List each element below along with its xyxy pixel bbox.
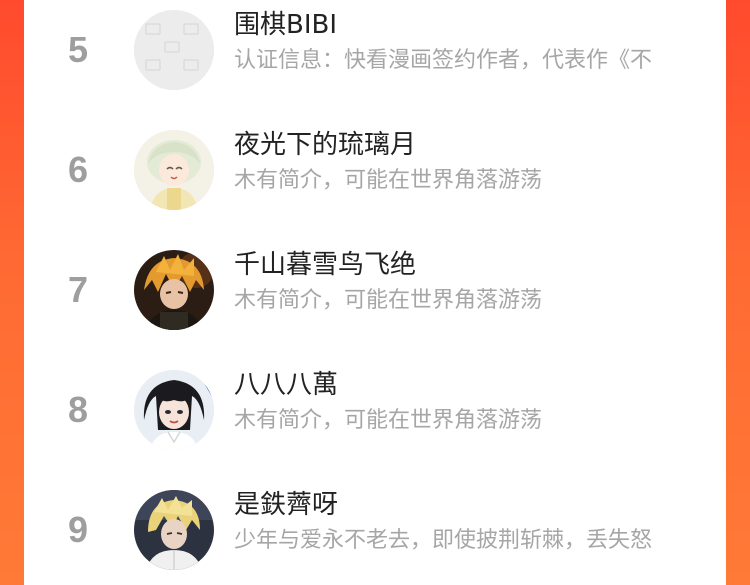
user-description: 少年与爱永不老去，即使披荆斩棘，丢失怒: [234, 528, 653, 553]
user-description: 认证信息：快看漫画签约作者，代表作《不: [234, 48, 653, 73]
avatar[interactable]: [134, 370, 214, 450]
rank-number: 7: [67, 269, 89, 310]
ranking-row[interactable]: 5 围棋BIBI 认证信息：快看漫画签约作者，代表作《不: [24, 0, 726, 120]
rank-number: 5: [67, 29, 89, 70]
anime-avatar-blond-hair-icon: [134, 490, 214, 570]
ranking-row[interactable]: 6 夜光下的琉璃月 木有简介，可能在世界角落游荡: [24, 120, 726, 240]
user-name: 八八八萬: [234, 370, 339, 400]
ranking-row[interactable]: 7 千山暮雪鸟飞绝 木有简介，可能在世界角落游荡: [24, 240, 726, 360]
user-description: 木有简介，可能在世界角落游荡: [234, 168, 543, 193]
avatar[interactable]: [134, 130, 214, 210]
avatar[interactable]: [134, 250, 214, 330]
user-description: 木有简介，可能在世界角落游荡: [234, 288, 543, 313]
rank-number: 9: [67, 509, 89, 550]
ranking-list: 5 围棋BIBI 认证信息：快看漫画签约作者，代表作《不 6 夜光下的琉璃月 木…: [24, 0, 726, 585]
avatar[interactable]: [134, 10, 214, 90]
ranking-screen: 5 围棋BIBI 认证信息：快看漫画签约作者，代表作《不 6 夜光下的琉璃月 木…: [0, 0, 750, 585]
user-name: 夜光下的琉璃月: [234, 130, 417, 160]
rank-number: 8: [67, 389, 89, 430]
anime-avatar-orange-hair-icon: [134, 250, 214, 330]
placeholder-image-icon: [134, 10, 214, 90]
avatar[interactable]: [134, 490, 214, 570]
ranking-row[interactable]: 8 八八八萬 木有简介，可能在世界角落游荡: [24, 360, 726, 480]
user-name: 千山暮雪鸟飞绝: [234, 250, 417, 280]
anime-avatar-white-hair-icon: [134, 130, 214, 210]
user-name: 围棋BIBI: [234, 10, 338, 40]
rank-number: 6: [67, 149, 89, 190]
user-name: 是鉄薺呀: [234, 490, 339, 520]
ranking-row[interactable]: 9 是鉄薺呀 少年与爱永不老去，即使披荆斩棘，丢失怒: [24, 480, 726, 585]
user-description: 木有简介，可能在世界角落游荡: [234, 408, 543, 433]
anime-avatar-dark-hair-icon: [134, 370, 214, 450]
